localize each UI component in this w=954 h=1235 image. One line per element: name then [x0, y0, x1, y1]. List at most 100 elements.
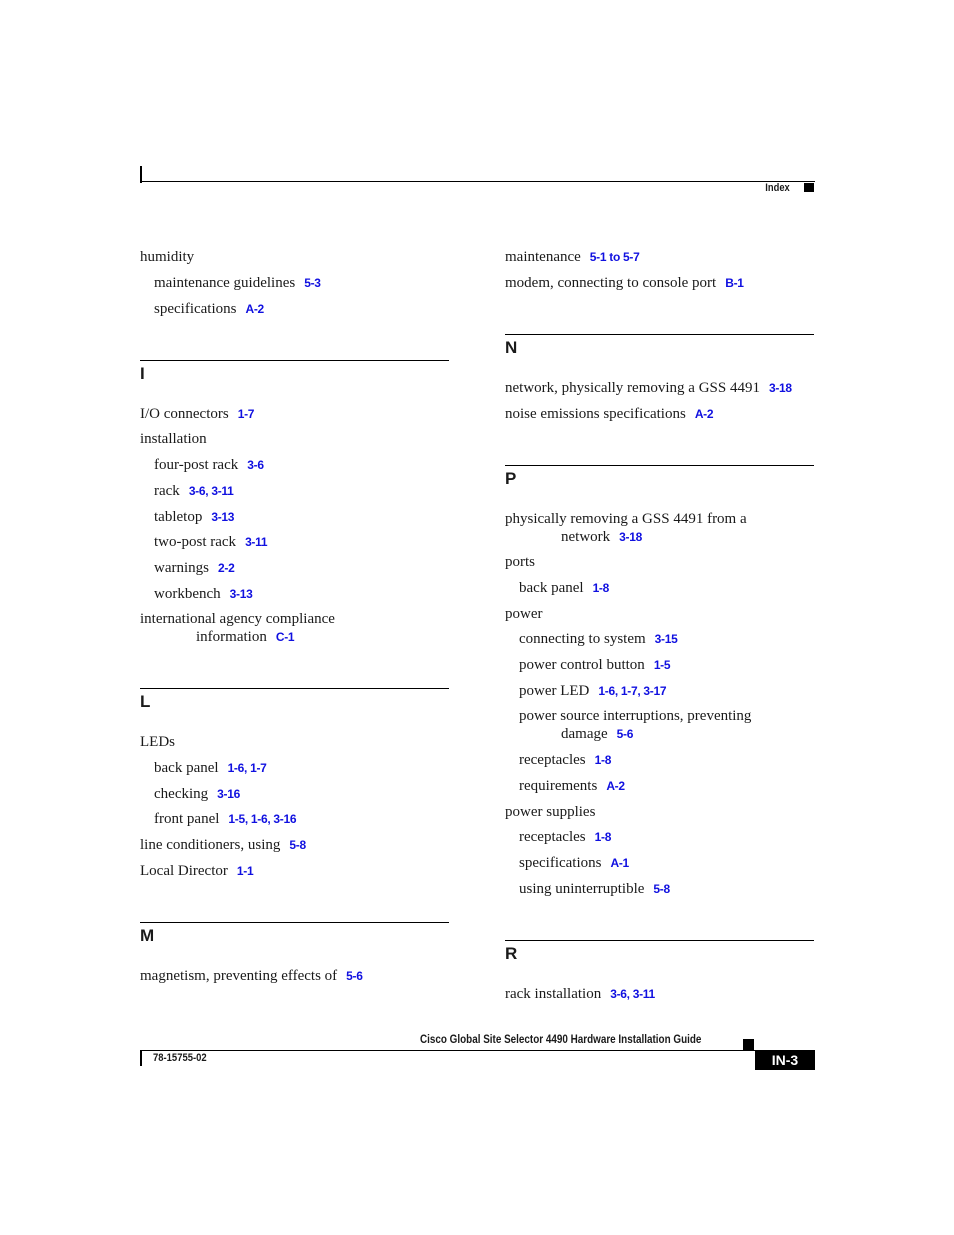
footer-rule	[140, 1050, 755, 1051]
entry-term: checking	[154, 786, 209, 802]
entry-term: specifications	[519, 855, 602, 871]
entry-term: specifications	[154, 301, 237, 317]
index-entry: modem, connecting to console port B-1	[505, 274, 744, 292]
page-ref-link[interactable]: 3-18	[619, 530, 642, 544]
index-entry: international agency compliance informat…	[140, 610, 335, 646]
index-subentry: back panel 1-6, 1-7	[154, 759, 267, 777]
entry-term: using uninterruptible	[519, 881, 645, 897]
section-rule	[505, 465, 814, 466]
page-ref-link[interactable]: 5-8	[653, 882, 670, 896]
index-entry: ports	[505, 553, 535, 571]
page-ref-link[interactable]: 3-11	[245, 535, 267, 549]
index-subentry: maintenance guidelines 5-3	[154, 274, 321, 292]
page-ref-link[interactable]: C-1	[276, 630, 295, 644]
footer-corner-bar	[140, 1050, 142, 1066]
entry-term: rack	[154, 483, 180, 499]
page-ref-link[interactable]: 3-18	[769, 381, 792, 395]
page-ref-link[interactable]: 1-7	[238, 407, 255, 421]
entry-term: physically removing a GSS 4491 from a	[505, 511, 747, 527]
entry-term: power supplies	[505, 804, 596, 820]
index-subentry: two-post rack 3-11	[154, 533, 268, 551]
page-ref-link[interactable]: 3-6, 3-11	[610, 987, 655, 1001]
index-subentry: specifications A-1	[519, 854, 629, 872]
entry-term: warnings	[154, 560, 209, 576]
index-subentry: workbench 3-13	[154, 585, 253, 603]
entry-term: maintenance	[505, 249, 581, 265]
entry-term: ports	[505, 554, 535, 570]
page-ref-link[interactable]: 1-1	[237, 864, 254, 878]
page-ref-link[interactable]: 1-8	[595, 753, 612, 767]
page-ref-link[interactable]: A-1	[610, 856, 629, 870]
entry-term: back panel	[154, 760, 219, 776]
index-entry: network, physically removing a GSS 4491 3…	[505, 379, 792, 397]
page-ref-link[interactable]: 1-6, 1-7, 3-17	[598, 684, 666, 698]
entry-term: four-post rack	[154, 457, 239, 473]
page-ref-link[interactable]: 3-15	[655, 632, 678, 646]
page-ref-link[interactable]: 5-1 to 5-7	[590, 250, 640, 264]
page-ref-link[interactable]: 1-5	[654, 658, 671, 672]
index-entry: line conditioners, using 5-8	[140, 836, 306, 854]
entry-term-continued: information	[196, 629, 267, 645]
page-ref-link[interactable]: 1-5, 1-6, 3-16	[228, 812, 296, 826]
entry-term: modem, connecting to console port	[505, 275, 717, 291]
entry-term: workbench	[154, 586, 221, 602]
index-entry: LEDs	[140, 733, 175, 751]
entry-term-continued: network	[561, 529, 611, 545]
page-ref-link[interactable]: 3-13	[211, 510, 234, 524]
page-ref-link[interactable]: 3-6	[247, 458, 264, 472]
header-section-label: Index	[765, 182, 790, 194]
page-ref-link[interactable]: 3-6, 3-11	[189, 484, 234, 498]
index-entry: power	[505, 605, 543, 623]
page-ref-link[interactable]: 1-6, 1-7	[228, 761, 267, 775]
page-ref-link[interactable]: 3-16	[217, 787, 240, 801]
page-ref-link[interactable]: 1-8	[593, 581, 610, 595]
index-subentry: using uninterruptible 5-8	[519, 880, 670, 898]
entry-term: requirements	[519, 778, 598, 794]
section-letter-n: N	[505, 338, 518, 357]
section-rule	[505, 940, 814, 941]
page-ref-link[interactable]: 3-13	[230, 587, 253, 601]
entry-term: international agency compliance	[140, 611, 335, 627]
entry-term: power source interruptions, preventing	[519, 708, 752, 724]
page-ref-link[interactable]: 1-8	[595, 830, 612, 844]
entry-term: tabletop	[154, 509, 203, 525]
page-ref-link[interactable]: 5-6	[617, 727, 634, 741]
footer-book-title: Cisco Global Site Selector 4490 Hardware…	[420, 1034, 702, 1046]
index-subentry: front panel 1-5, 1-6, 3-16	[154, 810, 297, 828]
entry-term: network, physically removing a GSS 4491	[505, 380, 760, 396]
index-subentry: receptacles 1-8	[519, 751, 611, 769]
page-ref-link[interactable]: 5-3	[304, 276, 321, 290]
page-ref-link[interactable]: A-2	[695, 407, 714, 421]
index-entry: humidity	[140, 248, 194, 266]
entry-term: connecting to system	[519, 631, 646, 647]
entry-term: rack installation	[505, 986, 602, 1002]
index-subentry: warnings 2-2	[154, 559, 235, 577]
entry-term-continued: damage	[561, 726, 608, 742]
page-ref-link[interactable]: 5-8	[289, 838, 306, 852]
entry-term: receptacles	[519, 829, 586, 845]
section-letter-p: P	[505, 469, 517, 488]
header-rule	[140, 181, 815, 182]
page-ref-link[interactable]: B-1	[725, 276, 744, 290]
index-entry: physically removing a GSS 4491 from a ne…	[505, 510, 747, 546]
index-subentry: back panel 1-8	[519, 579, 609, 597]
index-subentry: checking 3-16	[154, 785, 240, 803]
entry-term: noise emissions specifications	[505, 406, 686, 422]
index-subentry: four-post rack 3-6	[154, 456, 264, 474]
index-entry: installation	[140, 430, 207, 448]
index-entry: power supplies	[505, 803, 595, 821]
section-letter-m: M	[140, 926, 155, 945]
page-ref-link[interactable]: 5-6	[346, 969, 363, 983]
page-ref-link[interactable]: 2-2	[218, 561, 235, 575]
page-ref-link[interactable]: A-2	[245, 302, 264, 316]
index-subentry: connecting to system 3-15	[519, 630, 678, 648]
header-marker-square	[804, 183, 814, 192]
entry-term: LEDs	[140, 734, 175, 750]
page-ref-link[interactable]: A-2	[606, 779, 625, 793]
section-letter-r: R	[505, 944, 518, 963]
index-subentry: power control button 1-5	[519, 656, 671, 674]
index-subentry: power source interruptions, preventing d…	[519, 707, 751, 743]
index-entry: maintenance 5-1 to 5-7	[505, 248, 640, 266]
entry-term: I/O connectors	[140, 406, 229, 422]
entry-term: magnetism, preventing effects of	[140, 968, 338, 984]
